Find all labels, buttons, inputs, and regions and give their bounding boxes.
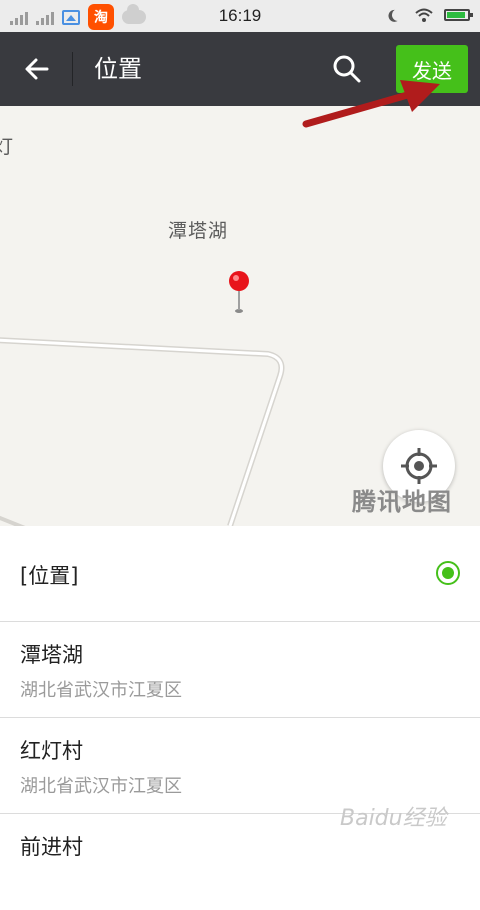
do-not-disturb-icon [390, 7, 405, 22]
map-place-label: 潭塔湖 [168, 220, 229, 242]
status-bar: 淘 16:19 [0, 0, 480, 32]
back-button[interactable] [18, 50, 56, 88]
wifi-icon [415, 8, 433, 22]
list-item[interactable]: 潭塔湖 湖北省武汉市江夏区 [0, 622, 480, 718]
place-address: 湖北省武汉市江夏区 [20, 776, 182, 797]
list-item-current-location[interactable]: [位置] [0, 526, 480, 622]
battery-icon [444, 9, 473, 21]
back-arrow-icon [25, 58, 49, 80]
annotation-arrow [302, 80, 440, 128]
map-brand-logo: 腾讯地图 [352, 488, 452, 516]
place-name: 潭塔湖 [20, 643, 83, 667]
current-location-label: [位置] [20, 564, 79, 588]
place-name: 前进村 [20, 835, 83, 859]
page-title: 位置 [94, 55, 142, 83]
selected-radio-icon [436, 561, 460, 585]
location-list: [位置] 潭塔湖 湖北省武汉市江夏区 红灯村 湖北省武汉市江夏区 前进村 [0, 526, 480, 910]
status-right-icons [390, 7, 473, 23]
map-label-partial: 灯 [0, 136, 14, 158]
crosshair-icon [401, 448, 437, 484]
place-name: 红灯村 [20, 739, 83, 763]
title-divider [72, 52, 73, 86]
map-view[interactable]: 灯 潭塔湖 腾讯地图 [0, 106, 480, 526]
place-address: 湖北省武汉市江夏区 [20, 680, 182, 701]
watermark: Baidu经验 [340, 806, 447, 831]
location-pin-icon [229, 271, 249, 313]
